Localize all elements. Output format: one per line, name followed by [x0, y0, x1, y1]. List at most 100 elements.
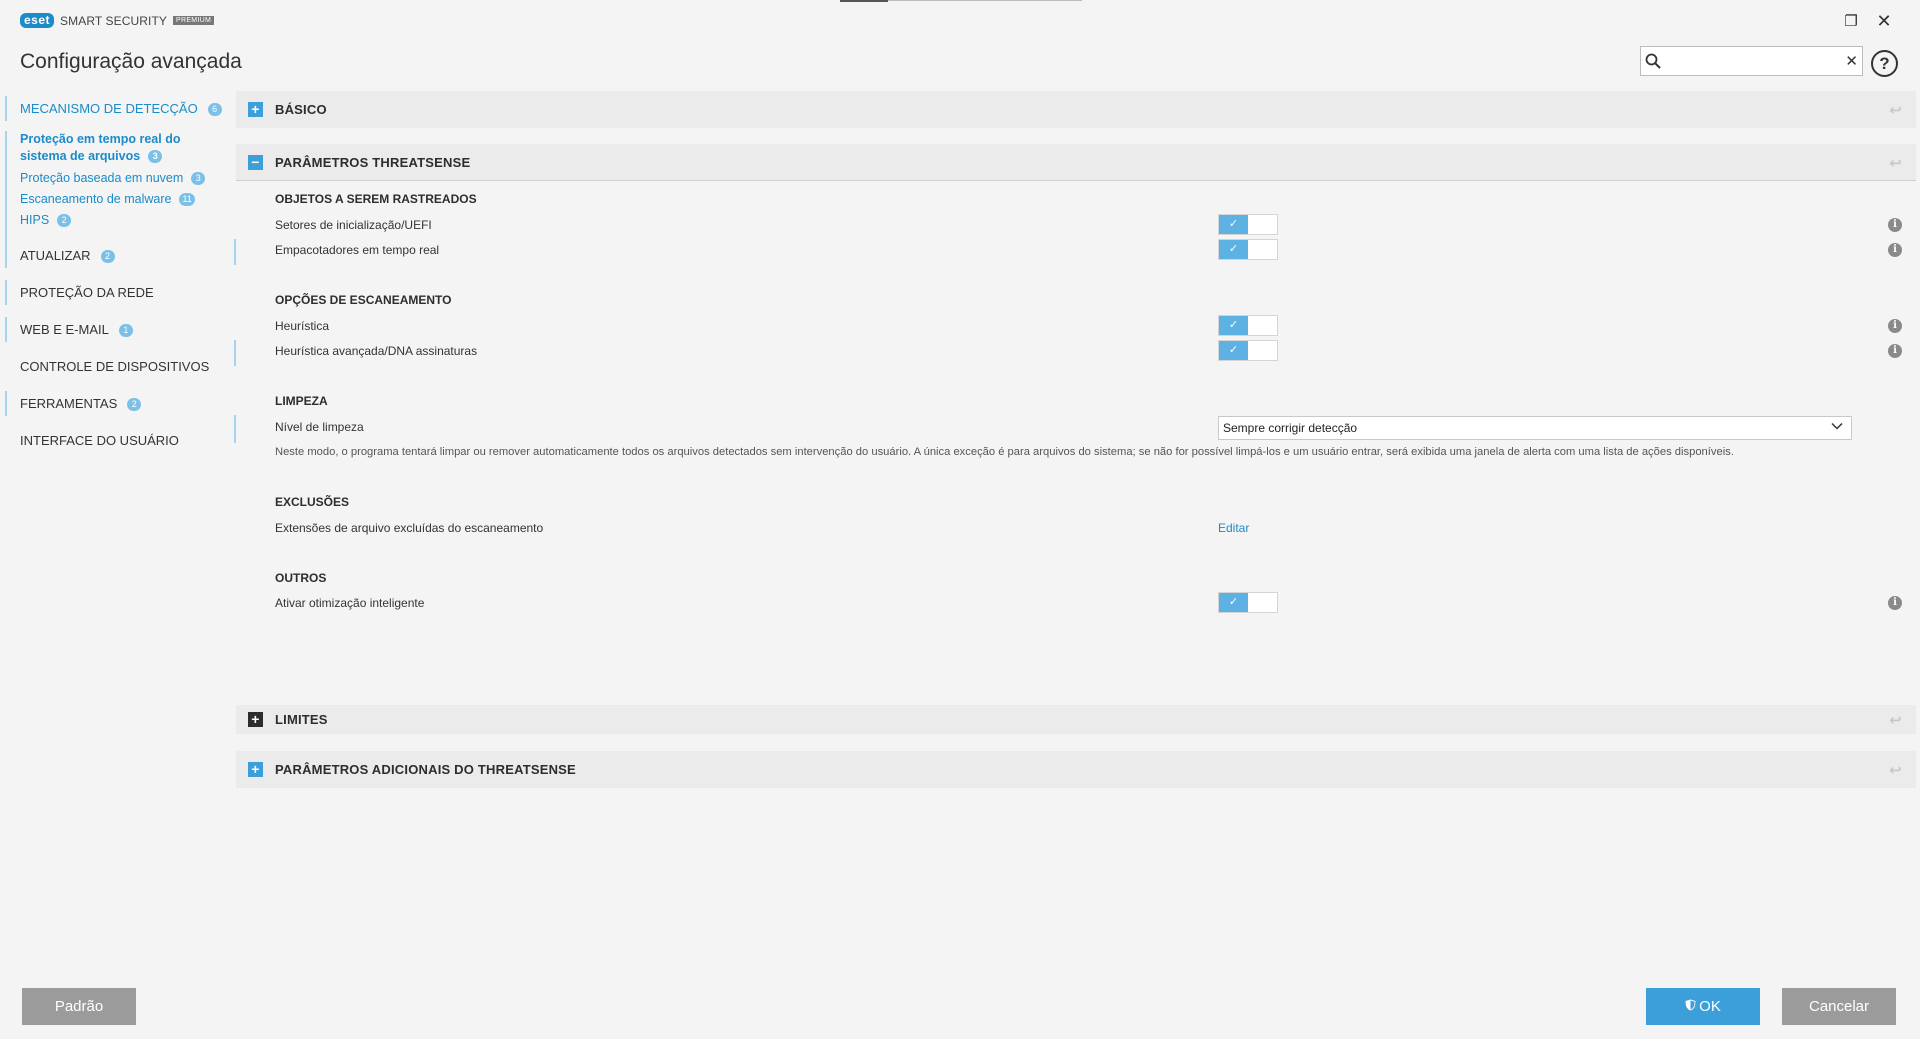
sidebar-item-label: FERRAMENTAS: [20, 396, 118, 411]
section-additional-threatsense[interactable]: + PARÂMETROS ADICIONAIS DO THREATSENSE ↩: [236, 751, 1916, 788]
sidebar-item-detection-engine[interactable]: MECANISMO DE DETECÇÃO 6: [0, 90, 236, 127]
count-badge: 1: [118, 324, 133, 337]
search-box[interactable]: ✕: [1640, 46, 1863, 76]
section-limits[interactable]: + LIMITES ↩: [236, 705, 1916, 734]
reset-icon[interactable]: ↩: [1889, 711, 1902, 729]
changed-indicator: [234, 415, 236, 443]
count-badge: 3: [191, 172, 206, 185]
sidebar-item-label: ATUALIZAR: [20, 248, 91, 263]
check-icon: ✓: [1219, 316, 1248, 335]
count-badge: 11: [179, 193, 195, 206]
sidebar-subitem-label: HIPS: [20, 213, 50, 227]
setting-label-heuristics: Heurística: [275, 319, 330, 333]
sidebar-item-label: WEB E E-MAIL: [20, 322, 109, 337]
close-icon: ✕: [1876, 10, 1892, 31]
section-threatsense[interactable]: − PARÂMETROS THREATSENSE ↩: [236, 144, 1916, 181]
search-input[interactable]: [1665, 48, 1842, 74]
cleaning-level-select[interactable]: Sempre corrigir detecção: [1218, 416, 1852, 440]
sidebar-item-label: INTERFACE DO USUÁRIO: [20, 433, 179, 448]
cleaning-level-value: Sempre corrigir detecção: [1223, 421, 1358, 435]
count-badge: 6: [207, 103, 222, 116]
restore-icon: ❐: [1844, 13, 1858, 30]
product-name: SMART SECURITY: [60, 13, 168, 28]
ok-button[interactable]: OK: [1646, 988, 1760, 1025]
restore-window-button[interactable]: ❐: [1838, 10, 1864, 32]
app-logo: eset SMART SECURITY PREMIUM: [20, 13, 215, 28]
sidebar-bar: [5, 280, 7, 305]
sidebar-item-update[interactable]: ATUALIZAR 2: [0, 237, 236, 274]
sidebar-item-tools[interactable]: FERRAMENTAS 2: [0, 385, 236, 422]
search-icon: [1641, 47, 1665, 75]
info-icon[interactable]: i: [1888, 596, 1902, 610]
section-title: LIMITES: [275, 712, 328, 727]
cancel-button[interactable]: Cancelar: [1782, 988, 1896, 1025]
toggle-advanced-heuristics[interactable]: ✓: [1218, 340, 1278, 361]
info-icon[interactable]: i: [1888, 344, 1902, 358]
section-basic[interactable]: + BÁSICO ↩: [236, 91, 1916, 128]
sidebar-item-network-protection[interactable]: PROTEÇÃO DA REDE: [0, 274, 236, 311]
reset-icon[interactable]: ↩: [1889, 154, 1902, 172]
section-title: PARÂMETROS THREATSENSE: [275, 154, 471, 170]
setting-label-boot-sectors: Setores de inicialização/UEFI: [275, 218, 432, 232]
sidebar-subitem-hips[interactable]: HIPS 2: [20, 210, 236, 231]
edit-exclusions-link[interactable]: Editar: [1218, 521, 1249, 535]
section-title: BÁSICO: [275, 102, 327, 117]
section-title: PARÂMETROS ADICIONAIS DO THREATSENSE: [275, 762, 576, 777]
eset-logo: eset: [20, 13, 55, 28]
threatsense-body: OBJETOS A SEREM RASTREADOS Setores de in…: [234, 181, 1916, 708]
sidebar-subitem-realtime-protection[interactable]: Proteção em tempo real do sistema de arq…: [20, 131, 236, 165]
sidebar-item-label: MECANISMO DE DETECÇÃO: [20, 101, 198, 116]
ok-button-label: OK: [1699, 998, 1721, 1015]
info-icon[interactable]: i: [1888, 218, 1902, 232]
expand-icon[interactable]: +: [248, 102, 263, 117]
reset-icon[interactable]: ↩: [1889, 101, 1902, 119]
sidebar-subitem-label-line1: Proteção em tempo real do: [20, 132, 181, 146]
title-bar: eset SMART SECURITY PREMIUM ❐ ✕: [0, 0, 1920, 40]
sidebar-subitem-label: Escaneamento de malware: [20, 192, 172, 206]
changed-indicator: [234, 239, 236, 265]
chevron-down-icon: [1831, 420, 1843, 435]
sidebar-item-user-interface[interactable]: INTERFACE DO USUÁRIO: [0, 422, 236, 459]
sidebar-subitem-label: Proteção baseada em nuvem: [20, 171, 184, 185]
help-icon[interactable]: ?: [1871, 50, 1898, 77]
count-badge: 2: [127, 398, 142, 411]
group-title-scan-options: OPÇÕES DE ESCANEAMENTO: [275, 293, 452, 307]
info-icon[interactable]: i: [1888, 243, 1902, 257]
check-icon: ✓: [1219, 240, 1248, 259]
main-panel: + BÁSICO ↩ − PARÂMETROS THREATSENSE ↩ OB…: [234, 91, 1916, 708]
close-window-button[interactable]: ✕: [1871, 10, 1897, 32]
sidebar-item-label: PROTEÇÃO DA REDE: [20, 285, 154, 300]
reset-icon[interactable]: ↩: [1889, 761, 1902, 779]
page-title: Configuração avançada: [20, 50, 242, 73]
shield-icon: [1685, 999, 1696, 1014]
check-icon: ✓: [1219, 593, 1248, 612]
sidebar-subitems: Proteção em tempo real do sistema de arq…: [0, 127, 236, 255]
count-badge: 2: [57, 214, 72, 227]
group-title-objects: OBJETOS A SEREM RASTREADOS: [275, 192, 477, 206]
check-icon: ✓: [1219, 215, 1248, 234]
info-icon[interactable]: i: [1888, 319, 1902, 333]
group-title-exclusions: EXCLUSÕES: [275, 495, 350, 509]
count-badge: 3: [148, 150, 163, 163]
setting-label-cleaning-level: Nível de limpeza: [275, 420, 364, 434]
sidebar-subitem-cloud-protection[interactable]: Proteção baseada em nuvem 3: [20, 168, 236, 189]
toggle-heuristics[interactable]: ✓: [1218, 315, 1278, 336]
toggle-smart-optimization[interactable]: ✓: [1218, 592, 1278, 613]
sidebar-item-label: CONTROLE DE DISPOSITIVOS: [20, 359, 210, 374]
sidebar-bar: [5, 391, 7, 416]
edition-badge: PREMIUM: [173, 16, 215, 25]
collapse-icon[interactable]: −: [248, 155, 263, 170]
cleaning-description: Neste modo, o programa tentará limpar ou…: [275, 446, 1734, 458]
toggle-runtime-packers[interactable]: ✓: [1218, 239, 1278, 260]
expand-icon[interactable]: +: [248, 712, 263, 727]
clear-search-icon[interactable]: ✕: [1841, 52, 1862, 70]
sidebar-active-bar: [5, 96, 7, 121]
toggle-boot-sectors[interactable]: ✓: [1218, 214, 1278, 235]
default-button[interactable]: Padrão: [22, 988, 136, 1025]
check-icon: ✓: [1219, 341, 1248, 360]
expand-icon[interactable]: +: [248, 762, 263, 777]
sidebar-item-device-control[interactable]: CONTROLE DE DISPOSITIVOS: [0, 348, 236, 385]
group-title-others: OUTROS: [275, 571, 327, 585]
sidebar-subitem-malware-scan[interactable]: Escaneamento de malware 11: [20, 189, 236, 210]
sidebar-item-web-email[interactable]: WEB E E-MAIL 1: [0, 311, 236, 348]
